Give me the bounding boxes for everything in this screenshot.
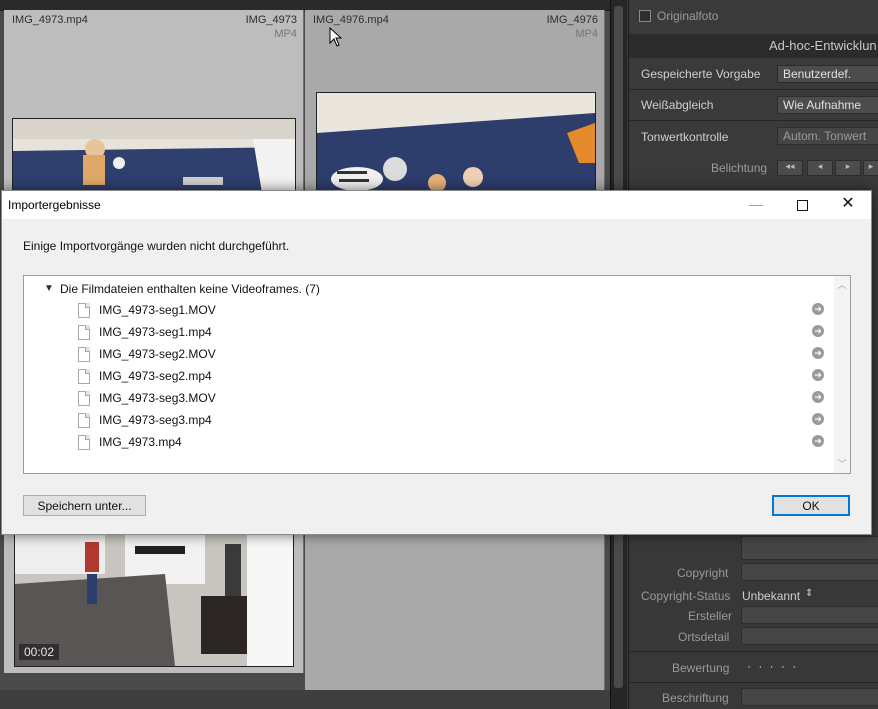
white-balance-dropdown[interactable]: Wie Aufnahme: [777, 96, 878, 114]
video-duration-badge: 00:02: [19, 644, 60, 660]
location-field[interactable]: [741, 627, 878, 645]
file-icon: [78, 391, 90, 406]
cell-file-type: MP4: [274, 28, 297, 40]
divider: [629, 651, 878, 652]
exposure-increase-large-button[interactable]: ▸: [863, 160, 878, 176]
cell-short-name: IMG_4973: [245, 14, 297, 26]
exposure-decrease-large-button[interactable]: ◂◂: [777, 160, 803, 176]
list-item[interactable]: IMG_4973-seg2.MOV ➔: [24, 344, 834, 366]
file-name: IMG_4973-seg2.mp4: [99, 369, 212, 383]
exposure-increase-button[interactable]: ▸: [835, 160, 861, 176]
dialog-message: Einige Importvorgänge wurden nicht durch…: [23, 239, 290, 253]
caption-label: Beschriftung: [662, 691, 729, 705]
go-to-file-icon[interactable]: ➔: [812, 303, 824, 315]
quick-develop-title: Ad-hoc-Entwicklun: [769, 38, 877, 53]
caption-field[interactable]: [741, 688, 878, 706]
saved-preset-dropdown[interactable]: Benutzerdef.: [777, 65, 878, 83]
go-to-file-icon[interactable]: ➔: [812, 435, 824, 447]
file-icon: [78, 435, 90, 450]
import-results-dialog: Importergebnisse — ✕ Einige Importvorgän…: [1, 190, 872, 535]
list-item[interactable]: IMG_4973-seg3.MOV ➔: [24, 388, 834, 410]
list-item[interactable]: IMG_4973.mp4 ➔: [24, 432, 834, 454]
location-label: Ortsdetail: [678, 630, 730, 644]
original-photo-label: Originalfoto: [657, 9, 719, 23]
list-item[interactable]: IMG_4973-seg1.MOV ➔: [24, 300, 834, 322]
mouse-cursor-icon: [329, 27, 343, 47]
grid-cell-lower-1[interactable]: 00:02: [4, 533, 304, 673]
save-as-button[interactable]: Speichern unter...: [23, 495, 146, 516]
exposure-decrease-button[interactable]: ◂: [807, 160, 833, 176]
go-to-file-icon[interactable]: ➔: [812, 413, 824, 425]
cell-file-type: MP4: [575, 28, 598, 40]
go-to-file-icon[interactable]: ➔: [812, 347, 824, 359]
cell-short-name: IMG_4976: [546, 14, 598, 26]
file-name: IMG_4973-seg3.mp4: [99, 413, 212, 427]
collapse-triangle-icon[interactable]: ▼: [44, 283, 54, 294]
rating-stars[interactable]: · · · · ·: [747, 659, 798, 673]
grid-bottom-bar: [0, 690, 610, 709]
thumbnail-video-lower[interactable]: 00:02: [14, 533, 294, 667]
dialog-titlebar[interactable]: Importergebnisse — ✕: [2, 191, 871, 219]
creator-field[interactable]: [741, 606, 878, 624]
rating-label: Bewertung: [672, 661, 730, 675]
quick-develop-header[interactable]: Ad-hoc-Entwicklun: [629, 34, 878, 58]
copyright-status-label: Copyright-Status: [641, 589, 731, 603]
saved-preset-value: Benutzerdef.: [783, 67, 852, 81]
import-results-list[interactable]: ▼ Die Filmdateien enthalten keine Videof…: [23, 275, 851, 474]
copyright-status-stepper-icon[interactable]: ⇕: [805, 588, 813, 599]
grid-cell-img-4976[interactable]: IMG_4976.mp4 IMG_4976 MP4: [305, 10, 605, 202]
file-icon: [78, 347, 90, 362]
grid-cell-img-4973[interactable]: IMG_4973.mp4 IMG_4973 MP4: [4, 10, 304, 200]
thumbnail-img-4973[interactable]: [12, 118, 296, 200]
list-item[interactable]: IMG_4973-seg1.mp4 ➔: [24, 322, 834, 344]
tone-control-label: Tonwertkontrolle: [641, 130, 729, 144]
white-balance-value: Wie Aufnahme: [783, 98, 862, 112]
go-to-file-icon[interactable]: ➔: [812, 391, 824, 403]
auto-tone-button[interactable]: Autom. Tonwert: [777, 127, 878, 145]
white-balance-label: Weißabgleich: [641, 98, 714, 112]
go-to-file-icon[interactable]: ➔: [812, 369, 824, 381]
cell-filename: IMG_4973.mp4: [12, 14, 88, 26]
maximize-icon[interactable]: [779, 191, 825, 219]
thumbnail-image: [317, 93, 595, 201]
auto-tone-label: Autom. Tonwert: [783, 129, 867, 143]
grid-cell-lower-2[interactable]: [305, 533, 605, 709]
file-icon: [78, 413, 90, 428]
thumbnail-img-4976[interactable]: [316, 92, 596, 202]
copyright-field[interactable]: [741, 563, 878, 581]
dialog-title: Importergebnisse: [8, 198, 101, 212]
file-name: IMG_4973.mp4: [99, 435, 182, 449]
error-group-label: Die Filmdateien enthalten keine Videofra…: [60, 282, 320, 296]
close-icon[interactable]: ✕: [825, 191, 871, 219]
original-photo-checkbox[interactable]: [639, 10, 651, 22]
empty-field[interactable]: [741, 536, 878, 560]
file-name: IMG_4973-seg1.mp4: [99, 325, 212, 339]
list-scrollbar[interactable]: ︿ ﹀: [834, 276, 850, 473]
file-icon: [78, 325, 90, 340]
cell-filename: IMG_4976.mp4: [313, 14, 389, 26]
list-item[interactable]: IMG_4973-seg2.mp4 ➔: [24, 366, 834, 388]
saved-preset-label: Gespeicherte Vorgabe: [641, 67, 761, 81]
file-name: IMG_4973-seg1.MOV: [99, 303, 216, 317]
scroll-up-icon[interactable]: ︿: [834, 278, 850, 292]
exposure-label: Belichtung: [711, 161, 768, 175]
divider: [629, 89, 878, 90]
file-icon: [78, 369, 90, 384]
divider: [629, 682, 878, 683]
file-icon: [78, 303, 90, 318]
copyright-status-value[interactable]: Unbekannt: [742, 589, 800, 603]
list-item[interactable]: IMG_4973-seg3.mp4 ➔: [24, 410, 834, 432]
go-to-file-icon[interactable]: ➔: [812, 325, 824, 337]
ok-button[interactable]: OK: [772, 495, 850, 516]
file-name: IMG_4973-seg2.MOV: [99, 347, 216, 361]
creator-label: Ersteller: [688, 609, 733, 623]
thumbnail-image: [13, 119, 295, 199]
copyright-label: Copyright: [677, 566, 729, 580]
scroll-down-icon[interactable]: ﹀: [834, 457, 850, 471]
file-name: IMG_4973-seg3.MOV: [99, 391, 216, 405]
divider: [629, 120, 878, 121]
minimize-icon[interactable]: —: [733, 191, 779, 219]
